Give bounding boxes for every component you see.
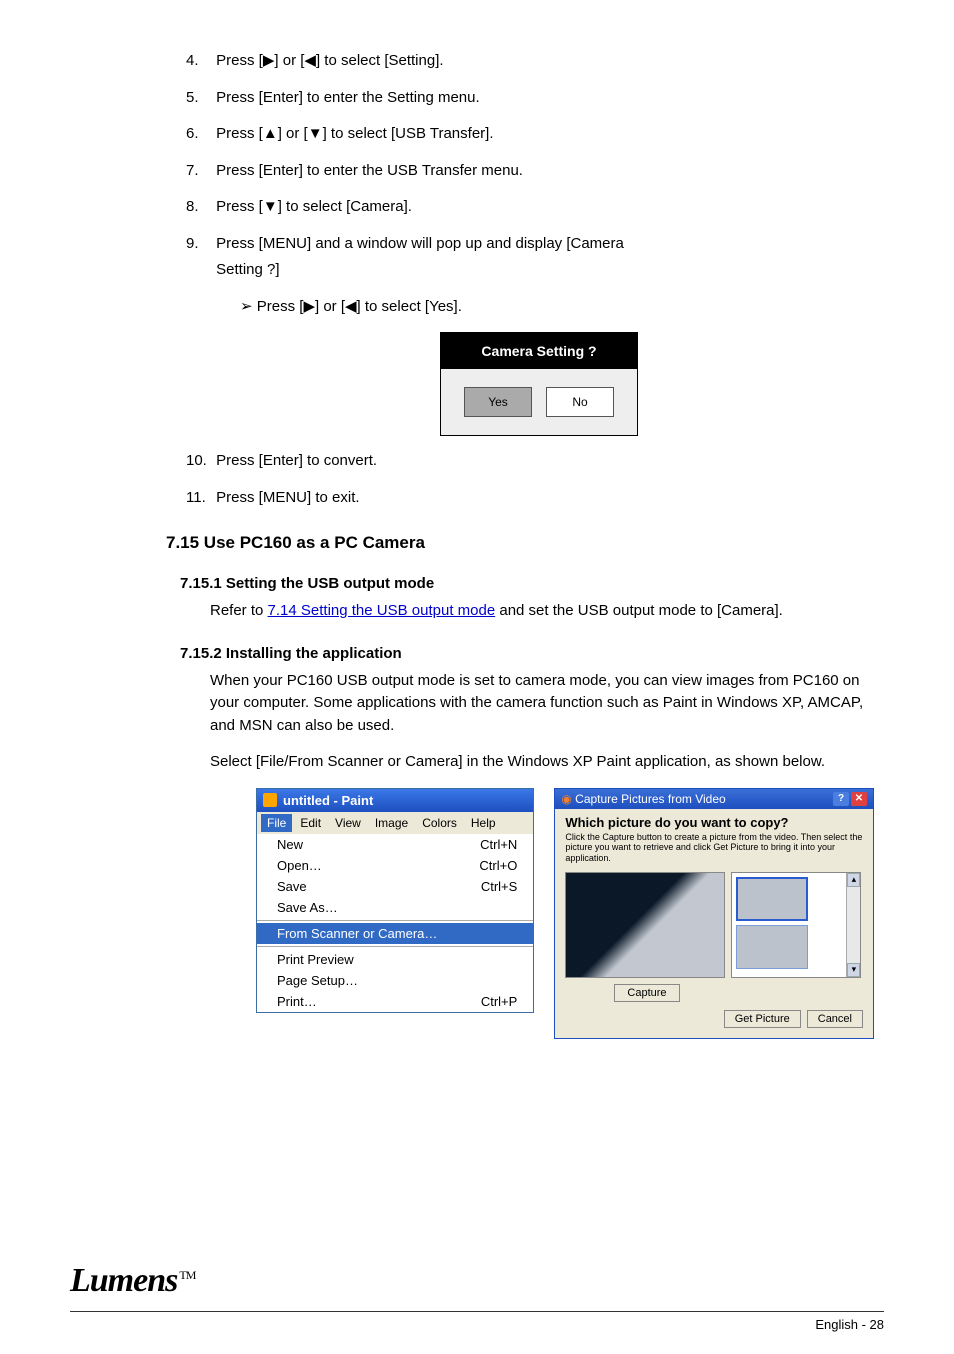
step-10: 10. Press [Enter] to convert. [186, 450, 874, 473]
down-arrow-icon: ▼ [263, 198, 278, 215]
menu-item-open[interactable]: Open…Ctrl+O [257, 855, 533, 876]
help-button[interactable]: ? [833, 792, 849, 806]
para-7-15-2a: When your PC160 USB output mode is set t… [210, 670, 874, 738]
right-arrow-icon: ▶ [263, 52, 275, 69]
capture-subtext: Click the Capture button to create a pic… [565, 832, 863, 864]
menu-image[interactable]: Image [369, 814, 414, 832]
thumbnail-2[interactable] [736, 925, 808, 969]
right-arrow-icon: ▶ [303, 298, 315, 315]
step-6: 6. Press [▲] or [▼] to select [USB Trans… [186, 123, 874, 146]
trademark-icon: TM [179, 1268, 195, 1282]
subhead-7-15-2: 7.15.2 Installing the application [180, 645, 874, 662]
capture-question: Which picture do you want to copy? [565, 815, 863, 830]
step-7: 7. Press [Enter] to enter the USB Transf… [186, 160, 874, 183]
yes-button[interactable]: Yes [464, 387, 532, 417]
step-9-line2: Setting ?] [186, 259, 874, 282]
capture-titlebar: ◉ Capture Pictures from Video ? ✕ [555, 789, 873, 809]
link-7-14[interactable]: 7.14 Setting the USB output mode [268, 602, 496, 619]
capture-thumbnails[interactable]: ▴ ▾ [731, 872, 861, 978]
menu-item-page-setup[interactable]: Page Setup… [257, 970, 533, 991]
down-arrow-icon: ▼ [308, 125, 323, 142]
menu-colors[interactable]: Colors [416, 814, 463, 832]
capture-preview [565, 872, 725, 978]
menu-edit[interactable]: Edit [294, 814, 327, 832]
paint-title-text: untitled - Paint [283, 793, 373, 808]
capture-button[interactable]: Capture [614, 984, 679, 1002]
menu-file[interactable]: File [261, 814, 292, 832]
thumbs-scrollbar[interactable]: ▴ ▾ [846, 873, 860, 977]
step-5: 5. Press [Enter] to enter the Setting me… [186, 87, 874, 110]
capture-title-text: Capture Pictures from Video [575, 792, 726, 806]
camera-setting-dialog: Camera Setting ? Yes No [440, 332, 874, 436]
para-7-15-1: Refer to 7.14 Setting the USB output mod… [210, 600, 874, 623]
paint-titlebar: untitled - Paint [257, 789, 533, 812]
bullet-icon: ◉ [561, 792, 571, 806]
menu-item-save-as[interactable]: Save As… [257, 897, 533, 918]
scroll-up-icon[interactable]: ▴ [847, 873, 860, 887]
thumbnail-1[interactable] [736, 877, 808, 921]
menu-view[interactable]: View [329, 814, 367, 832]
menu-divider [257, 946, 533, 947]
page-number: English - 28 [815, 1317, 884, 1332]
close-button[interactable]: ✕ [851, 792, 867, 806]
cancel-button[interactable]: Cancel [807, 1010, 863, 1028]
step-11: 11. Press [MENU] to exit. [186, 487, 874, 510]
bullet-chevron-icon: ➢ [240, 298, 253, 315]
dialog-title: Camera Setting ? [441, 333, 637, 369]
menu-item-print[interactable]: Print…Ctrl+P [257, 991, 533, 1012]
up-arrow-icon: ▲ [263, 125, 278, 142]
menu-item-print-preview[interactable]: Print Preview [257, 949, 533, 970]
step-4: 4. Press [▶] or [◀] to select [Setting]. [186, 50, 874, 73]
menu-item-from-scanner[interactable]: From Scanner or Camera… [257, 923, 533, 944]
capture-dialog: ◉ Capture Pictures from Video ? ✕ Which … [554, 788, 874, 1039]
para-7-15-2b: Select [File/From Scanner or Camera] in … [210, 751, 874, 774]
paint-menubar: File Edit View Image Colors Help [257, 812, 533, 834]
file-dropdown: NewCtrl+N Open…Ctrl+O SaveCtrl+S Save As… [257, 834, 533, 1012]
no-button[interactable]: No [546, 387, 614, 417]
brand-logo: LumensTM [70, 1262, 195, 1300]
step-9: 9. Press [MENU] and a window will pop up… [186, 233, 874, 256]
step-8: 8. Press [▼] to select [Camera]. [186, 196, 874, 219]
get-picture-button[interactable]: Get Picture [724, 1010, 801, 1028]
left-arrow-icon: ◀ [345, 298, 357, 315]
left-arrow-icon: ◀ [304, 52, 316, 69]
footer-rule [70, 1311, 884, 1312]
menu-item-new[interactable]: NewCtrl+N [257, 834, 533, 855]
heading-7-15: 7.15 Use PC160 as a PC Camera [166, 533, 874, 553]
menu-item-save[interactable]: SaveCtrl+S [257, 876, 533, 897]
step-9-sub: ➢ Press [▶] or [◀] to select [Yes]. [240, 296, 874, 319]
menu-help[interactable]: Help [465, 814, 502, 832]
menu-divider [257, 920, 533, 921]
paint-window: untitled - Paint File Edit View Image Co… [256, 788, 534, 1013]
paint-app-icon [263, 793, 277, 807]
subhead-7-15-1: 7.15.1 Setting the USB output mode [180, 575, 874, 592]
scroll-down-icon[interactable]: ▾ [847, 963, 860, 977]
